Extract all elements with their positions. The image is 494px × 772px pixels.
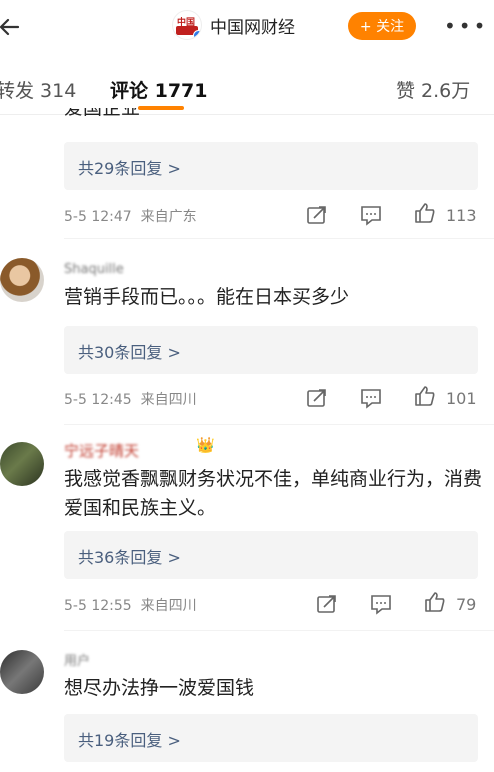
- comment-icon[interactable]: [360, 387, 382, 409]
- username[interactable]: 宁远子晴天: [64, 440, 139, 461]
- follow-button[interactable]: + 关注: [348, 12, 416, 40]
- replies-link[interactable]: 共30条回复 >: [64, 326, 478, 374]
- comment-meta: 5-5 12:55 来自四川: [64, 595, 197, 615]
- comment-meta: 5-5 12:47 来自广东: [64, 206, 197, 226]
- comment-time: 5-5 12:55: [64, 598, 132, 614]
- back-icon[interactable]: [0, 12, 26, 42]
- comment-time: 5-5 12:45: [64, 392, 132, 408]
- comment-icon[interactable]: [370, 593, 392, 615]
- verified-badge-icon: [193, 30, 201, 39]
- more-options-icon[interactable]: •••: [444, 14, 488, 38]
- replies-link[interactable]: 共19条回复 >: [64, 714, 478, 762]
- tab-like[interactable]: 赞 2.6万: [396, 76, 470, 103]
- like-count: 101: [446, 389, 477, 408]
- comment-text: 我感觉香飘飘财务状况不佳，单纯商业行为，消费爱国和民族主义。: [64, 468, 483, 519]
- comment-divider: [64, 238, 494, 239]
- comment-meta: 5-5 12:45 来自四川: [64, 389, 197, 409]
- replies-label: 共29条回复 >: [78, 159, 181, 178]
- account-name: 中国网财经: [210, 17, 295, 38]
- replies-link[interactable]: 共36条回复 >: [64, 531, 478, 579]
- tab-comment[interactable]: 评论 1771: [110, 76, 208, 103]
- comment-time: 5-5 12:47: [64, 209, 132, 225]
- repost-icon[interactable]: [316, 593, 338, 615]
- replies-label: 共36条回复 >: [78, 548, 181, 567]
- comment-divider: [64, 630, 494, 631]
- user-avatar[interactable]: [0, 650, 44, 694]
- like-icon[interactable]: [414, 385, 436, 407]
- account-header[interactable]: 中国 中国网财经: [172, 10, 295, 40]
- replies-label: 共19条回复 >: [78, 731, 181, 750]
- account-logo: 中国: [172, 10, 202, 40]
- like-icon[interactable]: [424, 591, 446, 613]
- top-bar: 中国 中国网财经 + 关注 •••: [0, 0, 494, 56]
- comment-text-partial: 爱国企业: [64, 108, 141, 119]
- comment-source: 来自四川: [140, 598, 197, 614]
- user-avatar[interactable]: [0, 442, 44, 486]
- tab-repost[interactable]: 转发 314: [0, 76, 76, 103]
- comment-text: 营销手段而已。。。能在日本买多少: [64, 286, 350, 308]
- comment-text: 爱国企业: [64, 108, 484, 128]
- comment-source: 来自四川: [140, 392, 197, 408]
- tab-bar: 转发 314 评论 1771 赞 2.6万: [0, 64, 494, 114]
- comment-icon[interactable]: [360, 204, 382, 226]
- like-count: 113: [446, 206, 477, 225]
- replies-link[interactable]: 共29条回复 >: [64, 142, 478, 190]
- username[interactable]: Shaquille: [64, 262, 124, 277]
- vip-badge-icon: 👑: [196, 436, 215, 454]
- repost-icon[interactable]: [306, 204, 328, 226]
- replies-label: 共30条回复 >: [78, 343, 181, 362]
- username[interactable]: 用户: [64, 650, 90, 669]
- comment-source: 来自广东: [140, 209, 197, 225]
- comment-text: 想尽办法挣一波爱国钱: [64, 677, 255, 699]
- like-icon[interactable]: [414, 202, 436, 224]
- user-avatar[interactable]: [0, 258, 44, 302]
- repost-icon[interactable]: [306, 387, 328, 409]
- like-count: 79: [456, 595, 477, 614]
- comment-divider: [64, 424, 494, 425]
